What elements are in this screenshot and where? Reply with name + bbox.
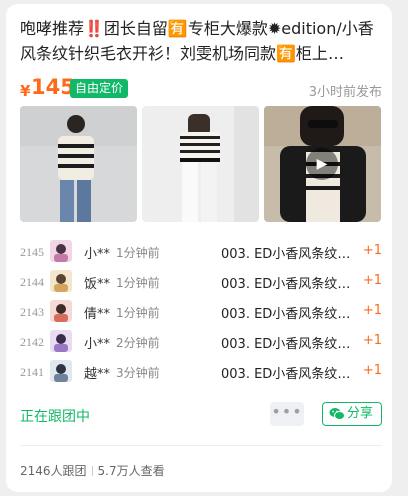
order-item: 003. ED小香风条纹针织开衫 — [221, 307, 363, 322]
model-photo-2[interactable] — [142, 106, 259, 222]
image-gallery: ▶ — [20, 106, 382, 222]
share-label: 分享 — [347, 406, 374, 421]
order-quantity: +1 — [362, 333, 382, 348]
avatar[interactable] — [50, 270, 72, 292]
order-item: 003. ED小香风条纹针织开衫 — [221, 367, 363, 382]
user-name: 小** — [84, 247, 111, 262]
order-row: 2144 饭** 1分钟前 003. ED小香风条纹针织开衫 +1 — [20, 267, 382, 297]
currency-symbol: ¥ — [20, 82, 31, 100]
publish-time: 3小时前发布 — [308, 85, 382, 100]
group-buy-card[interactable]: 咆哮推荐‼️团长自留🈶专柜大爆款✹edition/小香风条纹针织毛衣开衫！刘雯机… — [6, 4, 392, 492]
avatar[interactable] — [50, 330, 72, 352]
price-row: ¥ 145 自由定价 3小时前发布 — [20, 75, 382, 102]
order-row: 2145 小** 1分钟前 003. ED小香风条纹针织开衫 +1 — [20, 237, 382, 267]
more-options-button[interactable]: ••• — [270, 402, 304, 426]
price-tag: 自由定价 — [70, 79, 129, 98]
avatar[interactable] — [50, 240, 72, 262]
order-row: 2142 小** 2分钟前 003. ED小香风条纹针织开衫 +1 — [20, 327, 382, 357]
order-time: 1分钟前 — [116, 276, 160, 290]
avatar[interactable] — [50, 300, 72, 322]
order-row: 2143 倩** 1分钟前 003. ED小香风条纹针织开衫 +1 — [20, 297, 382, 327]
order-list: 2145 小** 1分钟前 003. ED小香风条纹针织开衫 +1 2144 饭… — [20, 237, 382, 387]
user-name: 越** — [84, 367, 111, 382]
follower-count: 2146人跟团 — [20, 464, 87, 478]
post-title[interactable]: 咆哮推荐‼️团长自留🈶专柜大爆款✹edition/小香风条纹针织毛衣开衫！刘雯机… — [20, 16, 382, 66]
order-time: 2分钟前 — [116, 336, 160, 350]
user-name: 饭** — [84, 277, 111, 292]
share-button[interactable]: 分享 — [322, 402, 382, 426]
user-name: 小** — [84, 337, 111, 352]
card-footer: 2146人跟团 5.7万人查看 — [20, 462, 165, 479]
order-quantity: +1 — [362, 243, 382, 258]
order-number: 2144 — [20, 275, 44, 289]
avatar[interactable] — [50, 360, 72, 382]
play-icon[interactable]: ▶ — [306, 148, 338, 180]
group-status: 正在跟团中 — [20, 409, 90, 425]
order-time: 1分钟前 — [116, 246, 160, 260]
order-item: 003. ED小香风条纹针织开衫 — [221, 277, 363, 292]
order-time: 1分钟前 — [116, 306, 160, 320]
wechat-icon — [329, 407, 345, 429]
order-row: 2141 越** 3分钟前 003. ED小香风条纹针织开衫 +1 — [20, 357, 382, 387]
order-item: 003. ED小香风条纹针织开衫 — [221, 337, 363, 352]
order-quantity: +1 — [362, 363, 382, 378]
order-time: 3分钟前 — [116, 366, 160, 380]
order-quantity: +1 — [362, 303, 382, 318]
model-video-3[interactable]: ▶ — [264, 106, 381, 222]
model-photo-1[interactable] — [20, 106, 137, 222]
order-quantity: +1 — [362, 273, 382, 288]
order-number: 2143 — [20, 305, 44, 319]
divider — [20, 445, 382, 446]
order-item: 003. ED小香风条纹针织开衫 — [221, 247, 363, 262]
order-number: 2141 — [20, 365, 44, 379]
price-value: 145 — [31, 75, 75, 99]
order-number: 2145 — [20, 245, 44, 259]
view-count: 5.7万人查看 — [97, 464, 165, 478]
user-name: 倩** — [84, 307, 111, 322]
order-number: 2142 — [20, 335, 44, 349]
separator — [91, 466, 93, 476]
